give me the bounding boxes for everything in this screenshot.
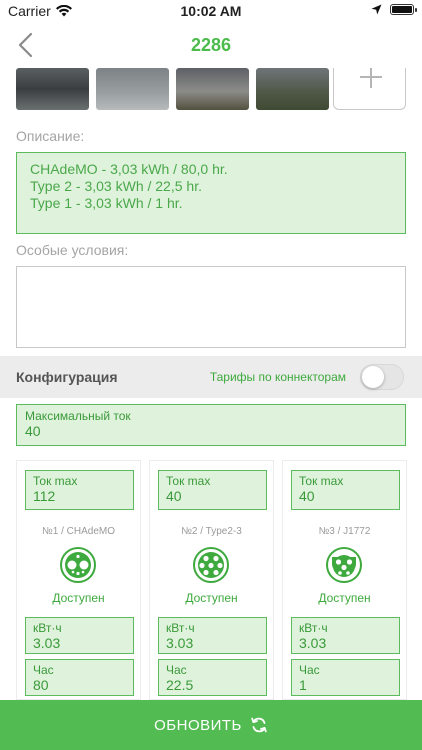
tok-max-value: 112 xyxy=(33,488,56,504)
hours-field[interactable]: Час 80 xyxy=(25,659,134,696)
hours-field[interactable]: Час 1 xyxy=(291,659,400,696)
kwh-label: кВт·ч xyxy=(299,621,328,635)
station-photo[interactable] xyxy=(176,68,249,110)
station-photo[interactable] xyxy=(16,68,89,110)
connector-name: №3 / J1772 xyxy=(318,526,371,537)
j1772-connector-icon xyxy=(326,547,362,583)
connector-card: Ток max 40 №2 / Type2-3 Доступен кВт·ч 3… xyxy=(149,460,274,700)
type2-connector-icon xyxy=(193,547,229,583)
connector-name: №1 / CHAdeMO xyxy=(42,526,115,537)
chademo-connector-icon xyxy=(60,547,96,583)
tok-max-field[interactable]: Ток max 40 xyxy=(291,470,400,510)
kwh-value: 3.03 xyxy=(299,635,327,651)
kwh-field[interactable]: кВт·ч 3.03 xyxy=(158,617,267,654)
hours-value: 80 xyxy=(33,677,49,693)
description-field[interactable]: CHAdeMO - 3,03 kWh / 80,0 hr. Type 2 - 3… xyxy=(16,152,406,234)
tok-max-value: 40 xyxy=(166,488,182,504)
kwh-value: 3.03 xyxy=(166,635,194,651)
config-section-header: Конфигурация Тарифы по коннекторам xyxy=(0,356,422,398)
refresh-icon xyxy=(251,717,267,733)
hours-label: Час xyxy=(33,663,54,677)
tok-max-value: 40 xyxy=(299,488,315,504)
kwh-label: кВт·ч xyxy=(33,621,62,635)
hours-label: Час xyxy=(299,663,320,677)
description-line: Type 1 - 3,03 kWh / 1 hr. xyxy=(30,195,183,211)
add-photo-button[interactable] xyxy=(333,68,406,110)
tok-max-field[interactable]: Ток max 112 xyxy=(25,470,134,510)
tariff-toggle[interactable] xyxy=(360,364,404,390)
tok-max-label: Ток max xyxy=(33,474,78,488)
hours-label: Час xyxy=(166,663,187,677)
tok-max-field[interactable]: Ток max 40 xyxy=(158,470,267,510)
update-button[interactable]: ОБНОВИТЬ xyxy=(0,700,422,750)
content-scroll[interactable]: Описание: CHAdeMO - 3,03 kWh / 80,0 hr. … xyxy=(0,68,422,700)
status-right xyxy=(371,4,417,15)
status-bar: Carrier 10:02 AM xyxy=(0,0,422,22)
kwh-label: кВт·ч xyxy=(166,621,195,635)
hours-value: 1 xyxy=(299,677,307,693)
station-photo[interactable] xyxy=(256,68,329,110)
nav-bar: 2286 xyxy=(0,22,422,68)
description-label: Описание: xyxy=(16,128,85,144)
connector-status: Доступен xyxy=(318,591,371,605)
tariff-toggle-label: Тарифы по коннекторам xyxy=(209,370,346,384)
hours-field[interactable]: Час 22.5 xyxy=(158,659,267,696)
tok-max-label: Ток max xyxy=(166,474,211,488)
description-line: Type 2 - 3,03 kWh / 22,5 hr. xyxy=(30,178,202,194)
connector-status: Доступен xyxy=(52,591,105,605)
connector-status: Доступен xyxy=(185,591,238,605)
battery-icon xyxy=(390,4,417,15)
special-conditions-field[interactable] xyxy=(16,266,406,348)
toggle-knob xyxy=(362,366,384,388)
connector-card: Ток max 112 №1 / CHAdeMO Доступен кВт·ч … xyxy=(16,460,141,700)
description-line: CHAdeMO - 3,03 kWh / 80,0 hr. xyxy=(30,161,228,177)
hours-value: 22.5 xyxy=(166,677,194,693)
connector-card: Ток max 40 №3 / J1772 Доступен кВт·ч 3.0… xyxy=(282,460,407,700)
tok-max-label: Ток max xyxy=(299,474,344,488)
kwh-field[interactable]: кВт·ч 3.03 xyxy=(291,617,400,654)
kwh-value: 3.03 xyxy=(33,635,61,651)
update-button-label: ОБНОВИТЬ xyxy=(154,716,242,734)
config-title: Конфигурация xyxy=(16,369,118,385)
special-conditions-label: Особые условия: xyxy=(16,242,129,258)
station-photo[interactable] xyxy=(96,68,169,110)
max-current-field[interactable]: Максимальный ток 40 xyxy=(16,404,406,446)
photo-strip xyxy=(16,68,329,110)
max-current-value: 40 xyxy=(25,423,41,439)
page-title: 2286 xyxy=(190,35,232,55)
location-arrow-icon xyxy=(371,4,382,15)
kwh-field[interactable]: кВт·ч 3.03 xyxy=(25,617,134,654)
status-time: 10:02 AM xyxy=(180,3,242,19)
connector-name: №2 / Type2-3 xyxy=(181,526,242,537)
max-current-label: Максимальный ток xyxy=(25,409,131,423)
